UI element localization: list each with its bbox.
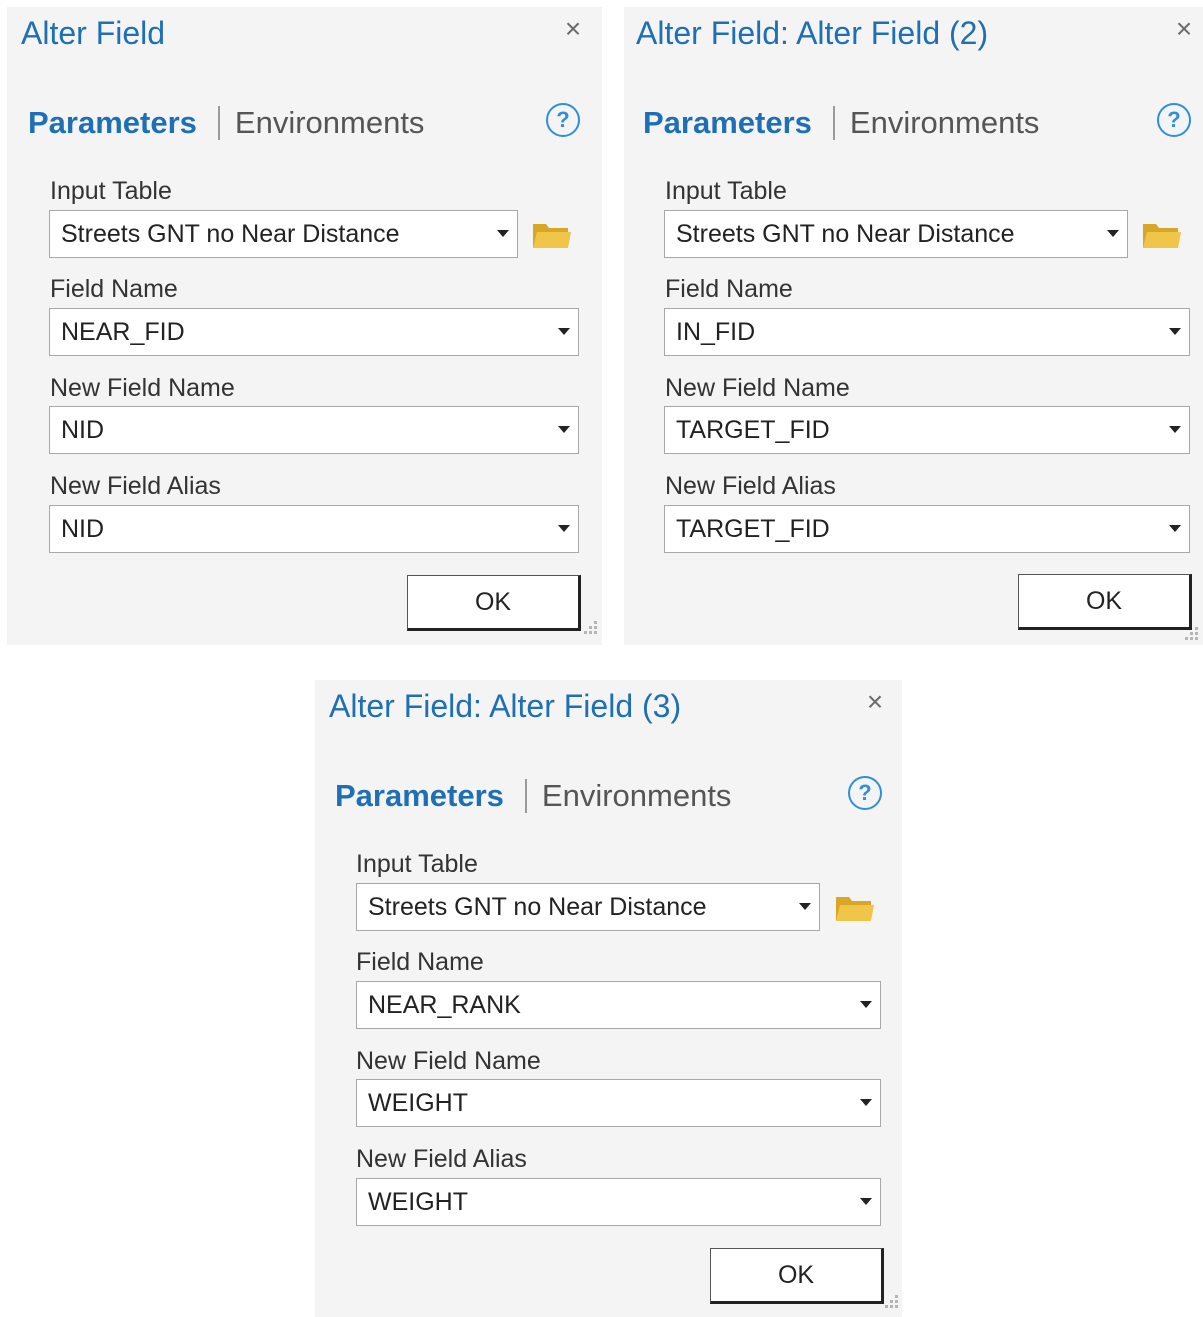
chevron-down-icon xyxy=(860,1001,872,1008)
input-table-label: Input Table xyxy=(665,177,787,205)
close-icon[interactable]: × xyxy=(559,15,587,43)
help-icon[interactable]: ? xyxy=(848,776,882,810)
field-name-label: Field Name xyxy=(50,275,178,303)
new-field-name-label: New Field Name xyxy=(356,1047,541,1075)
chevron-down-icon xyxy=(799,903,811,910)
field-name-combo[interactable]: NEAR_RANK xyxy=(356,981,881,1029)
folder-icon[interactable] xyxy=(1142,220,1182,250)
field-name-value: NEAR_FID xyxy=(61,318,185,346)
dialog-tabs: Parameters Environments xyxy=(28,103,424,143)
folder-icon[interactable] xyxy=(835,893,875,923)
help-icon[interactable]: ? xyxy=(1157,103,1191,137)
new-field-name-combo[interactable]: NID xyxy=(49,406,579,454)
field-name-label: Field Name xyxy=(665,275,793,303)
input-table-combo[interactable]: Streets GNT no Near Distance xyxy=(49,210,518,258)
new-field-alias-value: NID xyxy=(61,515,105,543)
new-field-name-label: New Field Name xyxy=(50,374,235,402)
help-icon[interactable]: ? xyxy=(546,103,580,137)
new-field-name-value: TARGET_FID xyxy=(676,416,830,444)
input-table-value: Streets GNT no Near Distance xyxy=(61,220,400,248)
input-table-combo[interactable]: Streets GNT no Near Distance xyxy=(664,210,1128,258)
chevron-down-icon xyxy=(497,230,509,237)
new-field-name-label: New Field Name xyxy=(665,374,850,402)
tab-separator xyxy=(524,779,527,813)
new-field-alias-value: WEIGHT xyxy=(368,1188,468,1216)
chevron-down-icon xyxy=(1169,525,1181,532)
input-table-value: Streets GNT no Near Distance xyxy=(676,220,1015,248)
alter-field-dialog-3: Alter Field: Alter Field (3) × Parameter… xyxy=(315,680,902,1317)
field-name-value: IN_FID xyxy=(676,318,756,346)
dialog-title: Alter Field xyxy=(21,15,166,51)
dialog-tabs: Parameters Environments xyxy=(643,103,1039,143)
dialog-tabs: Parameters Environments xyxy=(335,776,731,816)
chevron-down-icon xyxy=(558,525,570,532)
new-field-alias-combo[interactable]: TARGET_FID xyxy=(664,505,1190,553)
chevron-down-icon xyxy=(1107,230,1119,237)
new-field-name-value: NID xyxy=(61,416,105,444)
dialog-title: Alter Field: Alter Field (3) xyxy=(329,688,682,724)
tab-parameters[interactable]: Parameters xyxy=(28,105,197,141)
field-name-label: Field Name xyxy=(356,948,484,976)
tab-separator xyxy=(217,106,220,140)
chevron-down-icon xyxy=(1169,426,1181,433)
resize-grip-icon[interactable] xyxy=(885,1295,899,1309)
chevron-down-icon xyxy=(1169,328,1181,335)
tab-environments[interactable]: Environments xyxy=(542,778,732,814)
new-field-name-value: WEIGHT xyxy=(368,1089,468,1117)
input-table-label: Input Table xyxy=(356,850,478,878)
alter-field-dialog-2: Alter Field: Alter Field (2) × Parameter… xyxy=(624,7,1203,645)
new-field-alias-label: New Field Alias xyxy=(665,472,836,500)
ok-button[interactable]: OK xyxy=(710,1248,884,1304)
chevron-down-icon xyxy=(860,1099,872,1106)
tab-separator xyxy=(832,106,835,140)
resize-grip-icon[interactable] xyxy=(584,621,598,635)
tab-environments[interactable]: Environments xyxy=(850,105,1040,141)
tab-parameters[interactable]: Parameters xyxy=(335,778,504,814)
new-field-name-combo[interactable]: WEIGHT xyxy=(356,1079,881,1127)
new-field-alias-value: TARGET_FID xyxy=(676,515,830,543)
input-table-label: Input Table xyxy=(50,177,172,205)
field-name-combo[interactable]: NEAR_FID xyxy=(49,308,579,356)
chevron-down-icon xyxy=(558,426,570,433)
input-table-combo[interactable]: Streets GNT no Near Distance xyxy=(356,883,820,931)
new-field-alias-label: New Field Alias xyxy=(356,1145,527,1173)
chevron-down-icon xyxy=(558,328,570,335)
folder-icon[interactable] xyxy=(532,220,572,250)
new-field-alias-label: New Field Alias xyxy=(50,472,221,500)
new-field-name-combo[interactable]: TARGET_FID xyxy=(664,406,1190,454)
dialog-title: Alter Field: Alter Field (2) xyxy=(636,15,989,51)
new-field-alias-combo[interactable]: NID xyxy=(49,505,579,553)
ok-button[interactable]: OK xyxy=(1018,574,1192,630)
new-field-alias-combo[interactable]: WEIGHT xyxy=(356,1178,881,1226)
alter-field-dialog-1: Alter Field × Parameters Environments ? … xyxy=(7,7,602,645)
ok-button[interactable]: OK xyxy=(407,575,581,631)
field-name-value: NEAR_RANK xyxy=(368,991,521,1019)
input-table-value: Streets GNT no Near Distance xyxy=(368,893,707,921)
tab-parameters[interactable]: Parameters xyxy=(643,105,812,141)
tab-environments[interactable]: Environments xyxy=(235,105,425,141)
resize-grip-icon[interactable] xyxy=(1185,627,1199,641)
field-name-combo[interactable]: IN_FID xyxy=(664,308,1190,356)
close-icon[interactable]: × xyxy=(861,688,889,716)
close-icon[interactable]: × xyxy=(1170,15,1198,43)
chevron-down-icon xyxy=(860,1198,872,1205)
